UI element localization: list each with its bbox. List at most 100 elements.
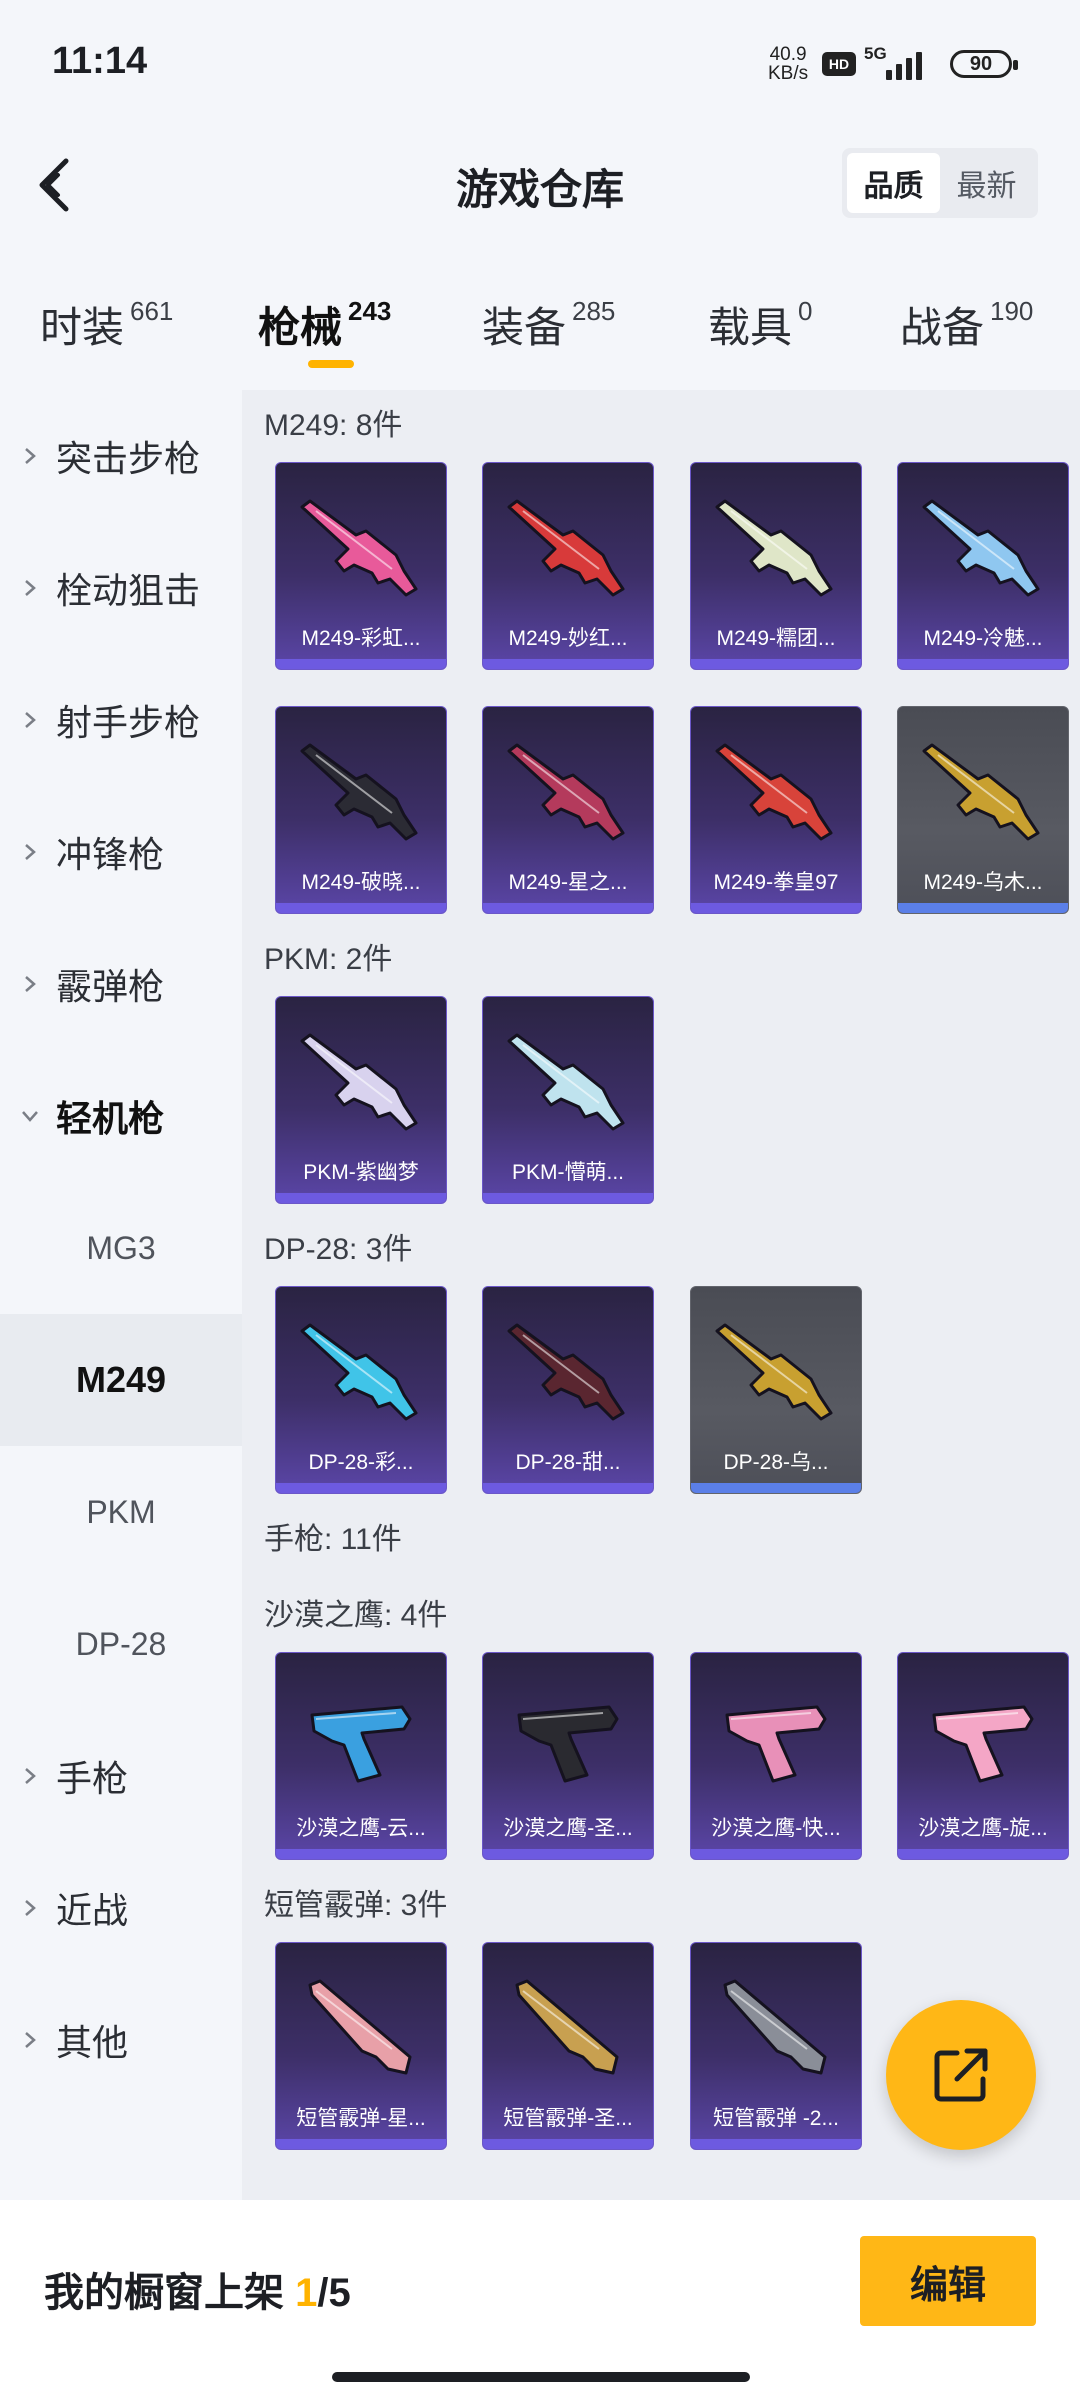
status-bar: 11:14 40.9 KB/s HD 5G 90 [0,0,1080,130]
skin-card[interactable]: M249-破晓... [275,706,447,914]
rarity-bar [276,1849,446,1859]
skin-card[interactable]: M249-乌木... [897,706,1069,914]
lmg-dp-sweet-icon [507,1323,625,1421]
rarity-bar [691,659,861,669]
skin-card[interactable]: 沙漠之鹰-圣... [482,1652,654,1860]
skin-card[interactable]: DP-28-彩... [275,1286,447,1494]
lmg-rainbow-icon [300,499,418,597]
lmg-red-icon [507,499,625,597]
sort-option-quality[interactable]: 品质 [847,153,940,213]
skin-name: 短管霰弹 -2... [712,2107,839,2130]
status-time: 11:14 [52,40,148,82]
sidebar-item-other[interactable]: 其他 [0,1974,242,2106]
skin-name: 沙漠之鹰-旋... [918,1817,1048,1840]
share-button[interactable] [886,2000,1036,2150]
skin-card[interactable]: M249-冷魅... [897,462,1069,670]
sidebar-item-pistol[interactable]: 手枪 [0,1710,242,1842]
bottom-bar: 我的橱窗上架 1/5 编辑 [0,2200,1080,2400]
tab-equipment[interactable]: 装备 285 [482,294,615,355]
skin-name: 沙漠之鹰-快... [711,1817,841,1840]
rarity-bar [898,659,1068,669]
chevron-right-icon [20,578,40,598]
chevron-right-icon [20,446,40,466]
skin-card[interactable]: M249-拳皇97 [690,706,862,914]
skin-card[interactable]: 短管霰弹-圣... [482,1942,654,2150]
skin-card[interactable]: 沙漠之鹰-旋... [897,1652,1069,1860]
sidebar-item-lmg[interactable]: 轻机枪 [0,1050,242,1182]
skin-name: DP-28-彩... [308,1451,414,1474]
skin-card[interactable]: DP-28-甜... [482,1286,654,1494]
section-title: 沙漠之鹰: 4件 [264,1599,448,1632]
rarity-bar [483,1483,653,1493]
skin-name: M249-拳皇97 [713,871,839,894]
section-title: PKM: 2件 [264,943,393,976]
sidebar-subitem-mg3[interactable]: MG3 [0,1182,242,1314]
skin-card[interactable]: PKM-紫幽梦 [275,996,447,1204]
tab-firearms[interactable]: 枪械 243 [258,294,391,355]
tab-vehicles[interactable]: 载具 0 [708,294,812,355]
skin-card[interactable]: 沙漠之鹰-云... [275,1652,447,1860]
lmg-frost-icon [922,499,1040,597]
sidebar-item-marksman-rifle[interactable]: 射手步枪 [0,654,242,786]
sidebar-item-melee[interactable]: 近战 [0,1842,242,1974]
category-tabs: 时装 661 枪械 243 装备 285 载具 0 战备 190 [0,280,1080,380]
chevron-right-icon [20,842,40,862]
chevron-right-icon [20,974,40,994]
skin-card[interactable]: M249-星之... [482,706,654,914]
skin-card[interactable]: M249-糯团... [690,462,862,670]
lmg-purple-dream-icon [300,1033,418,1131]
sort-option-newest[interactable]: 最新 [940,153,1033,213]
sidebar-subitem-pkm[interactable]: PKM [0,1446,242,1578]
skin-card[interactable]: M249-妙红... [482,462,654,670]
skin-card[interactable]: 沙漠之鹰-快... [690,1652,862,1860]
rarity-bar [276,2139,446,2149]
skin-card[interactable]: 短管霰弹 -2... [690,1942,862,2150]
weapon-type-sidebar: 突击步枪 栓动狙击 射手步枪 冲锋枪 霰弹枪 轻机枪 MG3 M249 PKM … [0,390,242,2200]
skin-card[interactable]: 短管霰弹-星... [275,1942,447,2150]
rarity-bar [691,1849,861,1859]
lmg-dp-color-icon [300,1323,418,1421]
skin-card[interactable]: M249-彩虹... [275,462,447,670]
tab-fashion[interactable]: 时装 661 [40,294,173,355]
showcase-total-count: /5 [317,2271,351,2315]
section-title: 手枪: 11件 [264,1523,402,1556]
sort-toggle: 品质 最新 [842,148,1038,218]
lmg-dp-ebony-icon [715,1323,833,1421]
skin-name: DP-28-甜... [515,1451,621,1474]
rarity-bar [276,659,446,669]
rarity-bar [691,1483,861,1493]
rarity-bar [483,659,653,669]
lmg-kof-icon [715,743,833,841]
rarity-bar [276,903,446,913]
edit-button[interactable]: 编辑 [860,2236,1036,2326]
skin-name: M249-糯团... [716,627,836,650]
rarity-bar [483,1193,653,1203]
sidebar-item-shotgun[interactable]: 霰弹枪 [0,918,242,1050]
section-title: DP-28: 3件 [264,1233,413,1266]
skin-name: 短管霰弹-圣... [503,2107,633,2130]
skin-name: PKM-懵萌... [511,1161,624,1184]
tab-supplies[interactable]: 战备 190 [900,294,1033,355]
sidebar-item-assault-rifle[interactable]: 突击步枪 [0,390,242,522]
rarity-bar [276,1193,446,1203]
sidebar-subitem-m249[interactable]: M249 [0,1314,242,1446]
shotgun-dark-icon [723,1979,827,2075]
weapon-grid: M249: 8件 M249-彩虹... M249-妙红... M249-糯团... M2… [242,390,1080,2200]
sidebar-subitem-dp28[interactable]: DP-28 [0,1578,242,1710]
home-indicator[interactable] [332,2372,750,2382]
sidebar-item-smg[interactable]: 冲锋枪 [0,786,242,918]
skin-name: M249-冷魅... [923,627,1043,650]
section-title: M249: 8件 [264,409,403,442]
showcase-current-count: 1 [295,2271,318,2315]
skin-name: DP-28-乌... [723,1451,829,1474]
skin-name: 沙漠之鹰-云... [296,1817,426,1840]
skin-name: 沙漠之鹰-圣... [503,1817,633,1840]
signal-icon: 5G [864,44,938,80]
chevron-right-icon [20,710,40,730]
sidebar-item-bolt-sniper[interactable]: 栓动狙击 [0,522,242,654]
skin-name: M249-乌木... [923,871,1043,894]
hd-icon: HD [822,52,856,76]
skin-card[interactable]: PKM-懵萌... [482,996,654,1204]
skin-card[interactable]: DP-28-乌... [690,1286,862,1494]
pistol-swirl-icon [932,1705,1034,1783]
